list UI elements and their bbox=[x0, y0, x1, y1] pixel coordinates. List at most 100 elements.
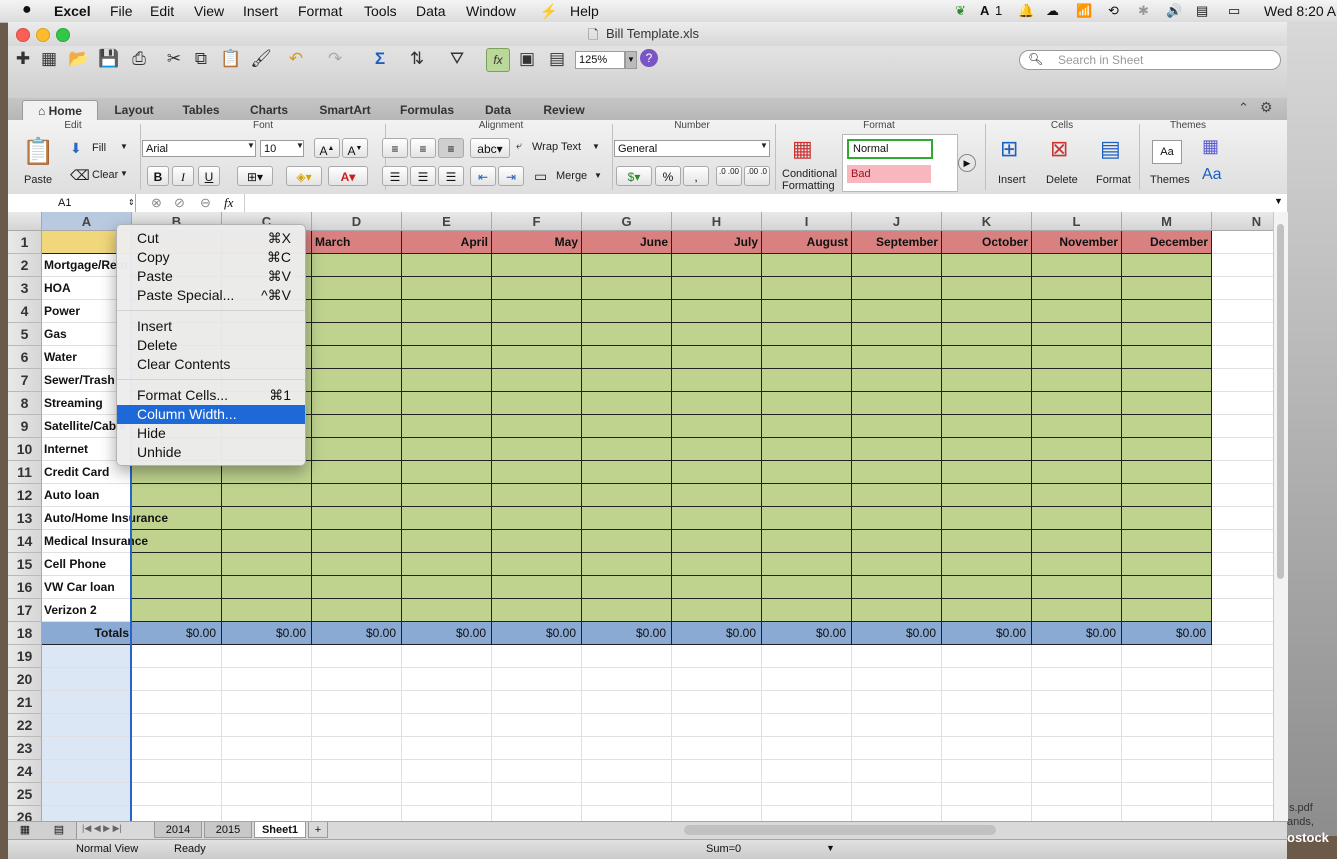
format-cells-button[interactable]: ▤ Format bbox=[1092, 134, 1136, 192]
autosum-icon[interactable]: Σ bbox=[369, 48, 391, 70]
menu-item-hide[interactable]: Hide bbox=[117, 424, 305, 443]
cell[interactable] bbox=[42, 714, 132, 737]
cell[interactable] bbox=[672, 300, 762, 323]
apple-menu-icon[interactable]: ● bbox=[22, 1, 32, 19]
cell[interactable] bbox=[1122, 277, 1212, 300]
cell[interactable] bbox=[1032, 737, 1122, 760]
cell[interactable] bbox=[1212, 599, 1273, 622]
cell[interactable] bbox=[492, 599, 582, 622]
cell[interactable] bbox=[582, 254, 672, 277]
cell[interactable] bbox=[852, 507, 942, 530]
name-box-stepper-icon[interactable]: ⇕ bbox=[128, 194, 135, 212]
cell[interactable] bbox=[312, 783, 402, 806]
print-icon[interactable]: ⎙ bbox=[128, 48, 150, 70]
cell[interactable] bbox=[762, 369, 852, 392]
cell[interactable] bbox=[1122, 507, 1212, 530]
column-header[interactable]: I bbox=[762, 212, 852, 231]
column-header[interactable]: J bbox=[852, 212, 942, 231]
horizontal-scroll-thumb[interactable] bbox=[684, 825, 996, 835]
cell[interactable] bbox=[852, 530, 942, 553]
cell[interactable] bbox=[1032, 507, 1122, 530]
text-orientation-button[interactable]: abc▾ bbox=[470, 138, 510, 158]
cell[interactable] bbox=[1212, 346, 1273, 369]
cell[interactable] bbox=[1032, 714, 1122, 737]
ribbon-settings-icon[interactable]: ⚙ bbox=[1260, 99, 1273, 116]
row-header[interactable]: 21 bbox=[8, 691, 42, 714]
cell[interactable] bbox=[492, 530, 582, 553]
wrap-text-dropdown-icon[interactable]: ▼ bbox=[592, 142, 600, 151]
cell[interactable] bbox=[1032, 806, 1122, 821]
decrease-indent-button[interactable]: ⇤ bbox=[470, 166, 496, 186]
cell[interactable] bbox=[1212, 392, 1273, 415]
cell[interactable] bbox=[672, 277, 762, 300]
cell[interactable] bbox=[1212, 507, 1273, 530]
cell[interactable] bbox=[402, 461, 492, 484]
cell[interactable] bbox=[132, 576, 222, 599]
cell[interactable] bbox=[1032, 668, 1122, 691]
cell[interactable] bbox=[1032, 645, 1122, 668]
cell[interactable] bbox=[942, 760, 1032, 783]
fill-dropdown-icon[interactable]: ▼ bbox=[120, 142, 128, 151]
vertical-scroll-thumb[interactable] bbox=[1277, 224, 1284, 579]
cell[interactable] bbox=[1032, 461, 1122, 484]
paste-icon[interactable]: 📋 bbox=[220, 48, 242, 70]
cell[interactable] bbox=[1212, 622, 1273, 645]
collapse-ribbon-icon[interactable]: ⌃ bbox=[1238, 100, 1249, 116]
cell[interactable] bbox=[402, 691, 492, 714]
cell[interactable] bbox=[312, 599, 402, 622]
cell[interactable] bbox=[492, 576, 582, 599]
cell[interactable] bbox=[942, 438, 1032, 461]
font-name-field[interactable]: Arial bbox=[142, 140, 256, 157]
cell[interactable] bbox=[762, 714, 852, 737]
new-icon[interactable]: ✚ bbox=[12, 48, 34, 70]
cell[interactable] bbox=[1122, 369, 1212, 392]
theme-colors-icon[interactable]: ▦ bbox=[1202, 136, 1219, 157]
theme-fonts-button[interactable]: Aa bbox=[1202, 166, 1222, 184]
cell[interactable] bbox=[1122, 599, 1212, 622]
cell[interactable] bbox=[852, 415, 942, 438]
cell[interactable] bbox=[672, 346, 762, 369]
column-header[interactable]: H bbox=[672, 212, 762, 231]
tab-smartart[interactable]: SmartArt bbox=[311, 100, 379, 120]
cell[interactable] bbox=[1122, 323, 1212, 346]
row-header[interactable]: 4 bbox=[8, 300, 42, 323]
clear-dropdown-icon[interactable]: ▼ bbox=[120, 169, 128, 178]
cell[interactable] bbox=[1212, 645, 1273, 668]
tab-charts[interactable]: Charts bbox=[243, 100, 295, 120]
cell[interactable] bbox=[762, 760, 852, 783]
cell[interactable] bbox=[942, 714, 1032, 737]
cell[interactable] bbox=[492, 691, 582, 714]
row-header[interactable]: 22 bbox=[8, 714, 42, 737]
zoom-window-button[interactable] bbox=[56, 28, 70, 42]
cell[interactable] bbox=[132, 668, 222, 691]
cell[interactable] bbox=[492, 461, 582, 484]
row-header[interactable]: 3 bbox=[8, 277, 42, 300]
decrease-font-size-button[interactable]: A▼ bbox=[342, 138, 368, 158]
script-menu-icon[interactable]: ⚡ bbox=[540, 3, 557, 20]
cell[interactable] bbox=[942, 553, 1032, 576]
cell[interactable] bbox=[402, 530, 492, 553]
cell[interactable] bbox=[942, 277, 1032, 300]
cell[interactable] bbox=[762, 668, 852, 691]
row-header[interactable]: 25 bbox=[8, 783, 42, 806]
align-middle-button[interactable]: ≡ bbox=[410, 138, 436, 158]
filter-icon[interactable]: ⛛ bbox=[446, 48, 468, 70]
cell[interactable] bbox=[1122, 438, 1212, 461]
cell[interactable] bbox=[672, 484, 762, 507]
cell[interactable] bbox=[762, 461, 852, 484]
tab-formulas[interactable]: Formulas bbox=[393, 100, 461, 120]
wifi-icon[interactable]: 📶 bbox=[1076, 3, 1092, 19]
cell[interactable] bbox=[1212, 576, 1273, 599]
cell[interactable] bbox=[312, 530, 402, 553]
cell[interactable] bbox=[312, 392, 402, 415]
cell[interactable] bbox=[1212, 530, 1273, 553]
cell[interactable] bbox=[1122, 553, 1212, 576]
cell[interactable] bbox=[942, 691, 1032, 714]
cell[interactable] bbox=[222, 691, 312, 714]
cell[interactable] bbox=[942, 254, 1032, 277]
cell[interactable] bbox=[492, 346, 582, 369]
cell[interactable] bbox=[852, 737, 942, 760]
cell[interactable] bbox=[852, 760, 942, 783]
cell[interactable] bbox=[942, 737, 1032, 760]
cell[interactable] bbox=[222, 645, 312, 668]
